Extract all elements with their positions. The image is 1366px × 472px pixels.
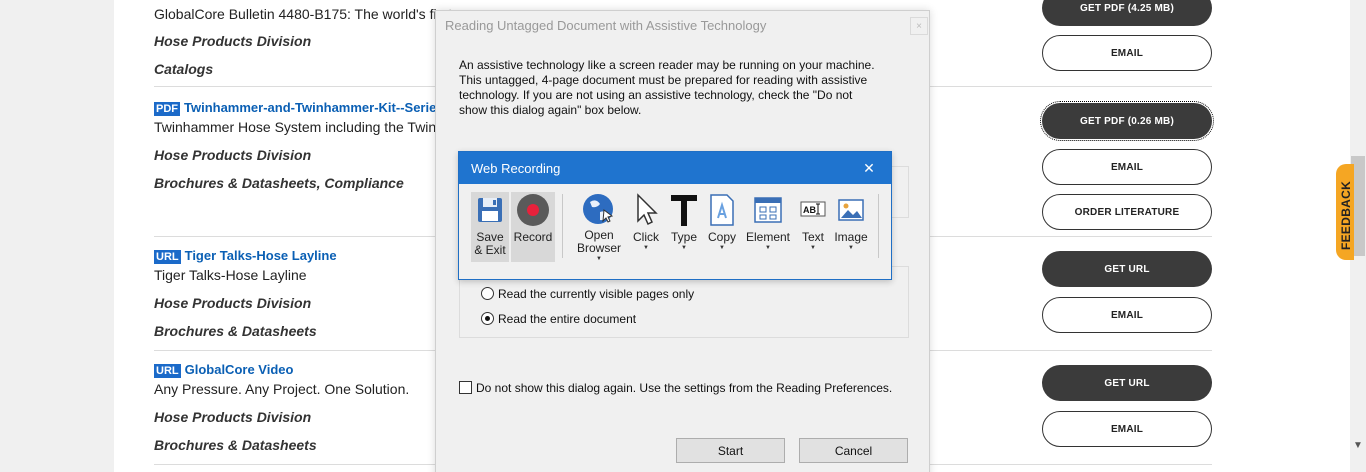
email-button[interactable]: EMAIL <box>1042 297 1212 333</box>
toolbar-divider <box>562 194 563 258</box>
element-label: Element <box>745 230 791 244</box>
floppy-disk-icon <box>473 192 507 228</box>
url-badge: URL <box>154 364 181 378</box>
text-field-icon: AB <box>796 192 830 228</box>
chevron-down-icon: ▼ <box>681 245 687 251</box>
copy-button[interactable]: Copy ▼ <box>705 192 739 262</box>
chevron-down-icon: ▼ <box>810 245 816 251</box>
item-description: Any Pressure. Any Project. One Solution. <box>154 381 410 397</box>
web-recording-panel: Web Recording ✕ Save & Exit Record Open … <box>458 151 892 280</box>
url-title-link[interactable]: URL Tiger Talks-Hose Layline <box>154 248 337 264</box>
svg-text:AB: AB <box>803 205 816 215</box>
item-category: Brochures & Datasheets <box>154 323 317 339</box>
web-recording-header: Web Recording ✕ <box>459 152 891 184</box>
url-title-link[interactable]: URL GlobalCore Video <box>154 362 293 378</box>
item-division: Hose Products Division <box>154 409 312 425</box>
save-exit-button[interactable]: Save & Exit <box>471 192 509 262</box>
click-label: Click <box>633 230 659 244</box>
item-division: Hose Products Division <box>154 295 312 311</box>
url-title-text: Tiger Talks-Hose Layline <box>184 248 337 263</box>
type-button[interactable]: Type ▼ <box>667 192 701 262</box>
radio-entire-document[interactable] <box>481 312 494 325</box>
item-division: Hose Products Division <box>154 33 312 49</box>
image-icon <box>834 192 868 228</box>
chevron-down-icon: ▼ <box>848 245 854 251</box>
item-description: GlobalCore Bulletin 4480-B175: The world… <box>154 6 453 22</box>
document-title-text: Twinhammer-and-Twinhammer-Kit--Series-1 <box>184 100 456 115</box>
dialog-message: An assistive technology like a screen re… <box>459 58 875 117</box>
web-recording-toolbar: Save & Exit Record Open Browser ▼ Click … <box>459 184 891 279</box>
email-button[interactable]: EMAIL <box>1042 35 1212 71</box>
email-button[interactable]: EMAIL <box>1042 411 1212 447</box>
email-button[interactable]: EMAIL <box>1042 149 1212 185</box>
type-t-icon <box>667 192 701 228</box>
dont-show-checkbox[interactable] <box>459 381 472 394</box>
type-label: Type <box>670 230 697 244</box>
element-grid-icon <box>751 192 785 228</box>
chevron-down-icon: ▼ <box>765 245 771 251</box>
chevron-down-icon: ▼ <box>643 245 649 251</box>
record-label: Record <box>513 230 553 244</box>
copy-document-icon <box>705 192 739 228</box>
radio-visible-pages[interactable] <box>481 287 494 300</box>
open-browser-button[interactable]: Open Browser ▼ <box>577 192 621 262</box>
item-description: Tiger Talks-Hose Layline <box>154 267 307 283</box>
radio-entire-document-label[interactable]: Read the entire document <box>498 312 636 326</box>
feedback-tab[interactable]: FEEDBACK <box>1336 164 1354 260</box>
element-button[interactable]: Element ▼ <box>745 192 791 262</box>
image-button[interactable]: Image ▼ <box>833 192 869 262</box>
text-button[interactable]: AB Text ▼ <box>797 192 829 262</box>
item-category: Brochures & Datasheets <box>154 437 317 453</box>
cursor-icon <box>629 192 663 228</box>
get-pdf-button[interactable]: GET PDF (4.25 MB) <box>1042 0 1212 26</box>
item-category: Catalogs <box>154 61 214 77</box>
copy-label: Copy <box>707 230 736 244</box>
pdf-badge: PDF <box>154 102 180 116</box>
scroll-down-arrow-icon[interactable]: ▼ <box>1350 440 1366 460</box>
open-browser-label: Open Browser <box>577 228 622 255</box>
image-label: Image <box>834 230 868 244</box>
dialog-title: Reading Untagged Document with Assistive… <box>445 18 767 33</box>
toolbar-divider <box>878 194 879 258</box>
item-category: Brochures & Datasheets, Compliance <box>154 175 404 191</box>
get-url-button[interactable]: GET URL <box>1042 365 1212 401</box>
url-badge: URL <box>154 250 181 264</box>
radio-visible-pages-label[interactable]: Read the currently visible pages only <box>498 287 694 301</box>
globe-icon <box>582 192 616 226</box>
item-division: Hose Products Division <box>154 147 312 163</box>
cancel-button[interactable]: Cancel <box>799 438 908 463</box>
web-recording-title: Web Recording <box>471 161 561 176</box>
item-description: Twinhammer Hose System including the Twi… <box>154 119 457 135</box>
get-url-button[interactable]: GET URL <box>1042 251 1212 287</box>
feedback-label: FEEDBACK <box>1339 180 1353 250</box>
record-icon <box>516 192 550 228</box>
chevron-down-icon: ▼ <box>596 256 602 262</box>
close-icon[interactable]: × <box>910 17 928 35</box>
close-icon[interactable]: ✕ <box>859 158 879 178</box>
chevron-down-icon: ▼ <box>719 245 725 251</box>
document-title-link[interactable]: PDF Twinhammer-and-Twinhammer-Kit--Series… <box>154 100 455 116</box>
save-exit-label: Save & Exit <box>474 230 506 257</box>
dont-show-label[interactable]: Do not show this dialog again. Use the s… <box>476 381 892 395</box>
url-title-text: GlobalCore Video <box>184 362 294 377</box>
record-button[interactable]: Record <box>511 192 555 262</box>
order-literature-button[interactable]: ORDER LITERATURE <box>1042 194 1212 230</box>
text-label: Text <box>801 230 824 244</box>
start-button[interactable]: Start <box>676 438 785 463</box>
click-button[interactable]: Click ▼ <box>629 192 663 262</box>
get-pdf-button[interactable]: GET PDF (0.26 MB) <box>1040 101 1214 141</box>
